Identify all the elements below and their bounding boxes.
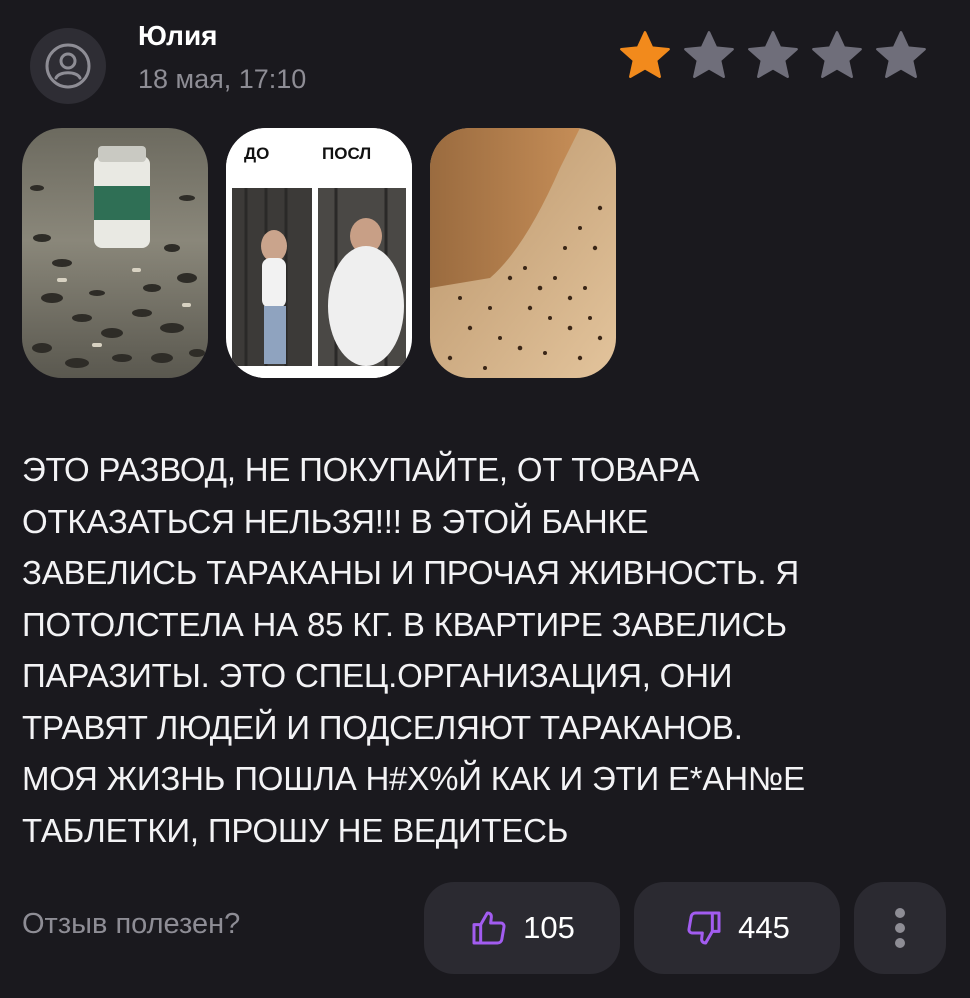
star-filled-icon bbox=[620, 31, 670, 78]
dislike-count: 445 bbox=[738, 910, 790, 945]
user-icon bbox=[45, 43, 91, 89]
thumbs-down-icon bbox=[687, 911, 721, 945]
photo-thumbnail-insects-floor[interactable] bbox=[430, 128, 616, 378]
author-name: Юлия bbox=[138, 20, 218, 51]
star-rating bbox=[616, 27, 930, 85]
star-empty-icon bbox=[748, 31, 798, 78]
photo-gallery: ДО ПОСЛ bbox=[22, 128, 616, 378]
review-text: ЭТО РАЗВОД, НЕ ПОКУПАЙТЕ, ОТ ТОВАРА ОТКА… bbox=[22, 451, 805, 849]
star-empty-icon bbox=[812, 31, 862, 78]
star-empty-icon bbox=[876, 31, 926, 78]
like-button[interactable]: 105 bbox=[424, 882, 620, 974]
star-empty-icon bbox=[684, 31, 734, 78]
more-options-button[interactable] bbox=[854, 882, 946, 974]
thumbs-up-icon bbox=[472, 911, 506, 945]
like-count: 105 bbox=[523, 910, 575, 945]
photo-thumbnail-before-after[interactable]: ДО ПОСЛ bbox=[226, 128, 412, 378]
more-vertical-icon bbox=[895, 908, 905, 948]
review-date: 18 мая, 17:10 bbox=[138, 64, 307, 94]
photo-thumbnail-pills-cockroaches[interactable] bbox=[22, 128, 208, 378]
avatar bbox=[30, 28, 106, 104]
helpful-question: Отзыв полезен? bbox=[22, 908, 241, 940]
dislike-button[interactable]: 445 bbox=[634, 882, 840, 974]
